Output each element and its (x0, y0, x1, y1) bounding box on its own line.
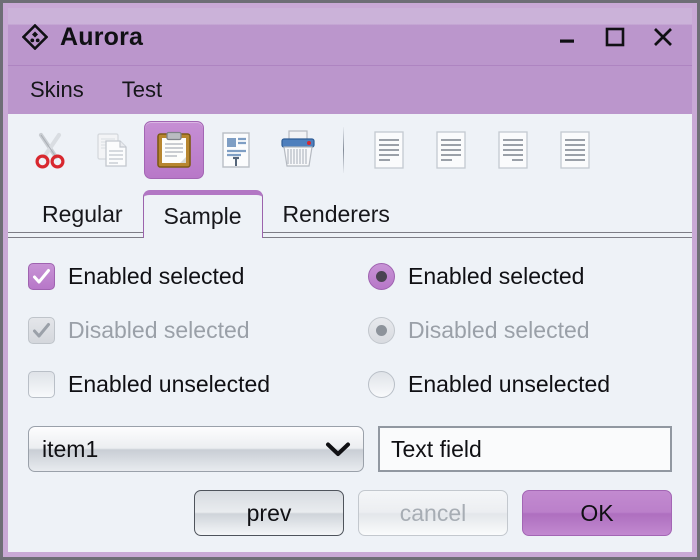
align-center-icon (436, 131, 466, 169)
radio-label: Disabled selected (408, 316, 590, 343)
aurora-diamond-icon (22, 24, 48, 50)
tab-renderers[interactable]: Renderers (263, 190, 410, 238)
radio-label: Enabled unselected (408, 370, 611, 397)
toolbar-button-copy[interactable] (82, 121, 142, 179)
minimize-button[interactable] (554, 24, 580, 50)
menu-item-skins[interactable]: Skins (30, 77, 84, 103)
toolbar-button-cut[interactable] (20, 121, 80, 179)
radio-dot (376, 324, 387, 336)
tab-sample[interactable]: Sample (142, 190, 263, 238)
close-button[interactable] (650, 24, 676, 50)
tab-strip: Regular Sample Renderers (8, 186, 692, 238)
prev-button[interactable]: prev (194, 490, 344, 536)
radio-icon-checked[interactable] (368, 262, 395, 290)
radio-icon-checked-disabled (368, 316, 395, 344)
chevron-down-icon (326, 442, 350, 456)
menu-item-test[interactable]: Test (122, 77, 162, 103)
checkbox-icon-unchecked[interactable] (28, 370, 55, 398)
checkbox-enabled-selected[interactable]: Enabled selected (28, 260, 368, 292)
checkbox-label: Enabled unselected (68, 370, 271, 397)
toolbar (8, 114, 692, 186)
radio-enabled-selected[interactable]: Enabled selected (368, 260, 672, 292)
dialog-buttons: prev cancel OK (194, 490, 672, 536)
checkbox-enabled-unselected[interactable]: Enabled unselected (28, 368, 368, 400)
radio-enabled-unselected[interactable]: Enabled unselected (368, 368, 672, 400)
document-edit-icon (222, 132, 250, 168)
radio-disabled-selected: Disabled selected (368, 314, 672, 346)
toolbar-button-align-center[interactable] (421, 121, 481, 179)
toolbar-button-edit-document[interactable] (206, 121, 266, 179)
tab-regular[interactable]: Regular (22, 190, 143, 238)
align-justify-icon (560, 131, 590, 169)
toolbar-button-delete[interactable] (268, 121, 328, 179)
toolbar-button-align-right[interactable] (483, 121, 543, 179)
window-controls (554, 24, 682, 50)
checkbox-icon-checked[interactable] (28, 262, 55, 290)
controls-grid: Enabled selected Enabled selected Disabl… (28, 260, 672, 400)
copy-documents-icon (97, 133, 127, 167)
field-row: item1 Text field (28, 426, 672, 472)
align-right-icon (498, 131, 528, 169)
checkbox-label: Enabled selected (68, 262, 245, 289)
application-window: Aurora Skins Test Regular Sample Rendere… (0, 0, 700, 560)
title-bar: Aurora (8, 8, 692, 66)
radio-icon-unchecked[interactable] (368, 370, 395, 398)
maximize-icon (605, 27, 625, 47)
text-field[interactable]: Text field (378, 426, 672, 472)
combo-box[interactable]: item1 (28, 426, 364, 472)
toolbar-separator (343, 127, 344, 173)
tab-content-panel: Enabled selected Enabled selected Disabl… (8, 238, 692, 552)
radio-label: Enabled selected (408, 262, 585, 289)
combo-box-value: item1 (42, 435, 99, 462)
scissors-icon (35, 132, 65, 169)
ok-button[interactable]: OK (522, 490, 672, 536)
checkbox-disabled-selected: Disabled selected (28, 314, 368, 346)
window-inner: Aurora Skins Test Regular Sample Rendere… (8, 8, 692, 552)
menu-bar: Skins Test (8, 66, 692, 114)
text-field-value: Text field (391, 435, 482, 462)
maximize-button[interactable] (602, 24, 628, 50)
clipboard-icon (157, 131, 191, 168)
cancel-button: cancel (358, 490, 508, 536)
toolbar-button-paste[interactable] (144, 121, 204, 179)
align-left-icon (374, 131, 404, 169)
minimize-icon (560, 39, 574, 43)
checkbox-label: Disabled selected (68, 316, 250, 343)
shredder-icon (281, 130, 315, 167)
radio-dot (376, 270, 387, 282)
check-icon (33, 268, 50, 283)
window-title: Aurora (60, 22, 144, 51)
check-icon (33, 322, 50, 337)
checkbox-icon-checked-disabled (28, 316, 55, 344)
close-icon (654, 28, 672, 46)
toolbar-button-align-left[interactable] (359, 121, 419, 179)
toolbar-button-align-justify[interactable] (545, 121, 605, 179)
